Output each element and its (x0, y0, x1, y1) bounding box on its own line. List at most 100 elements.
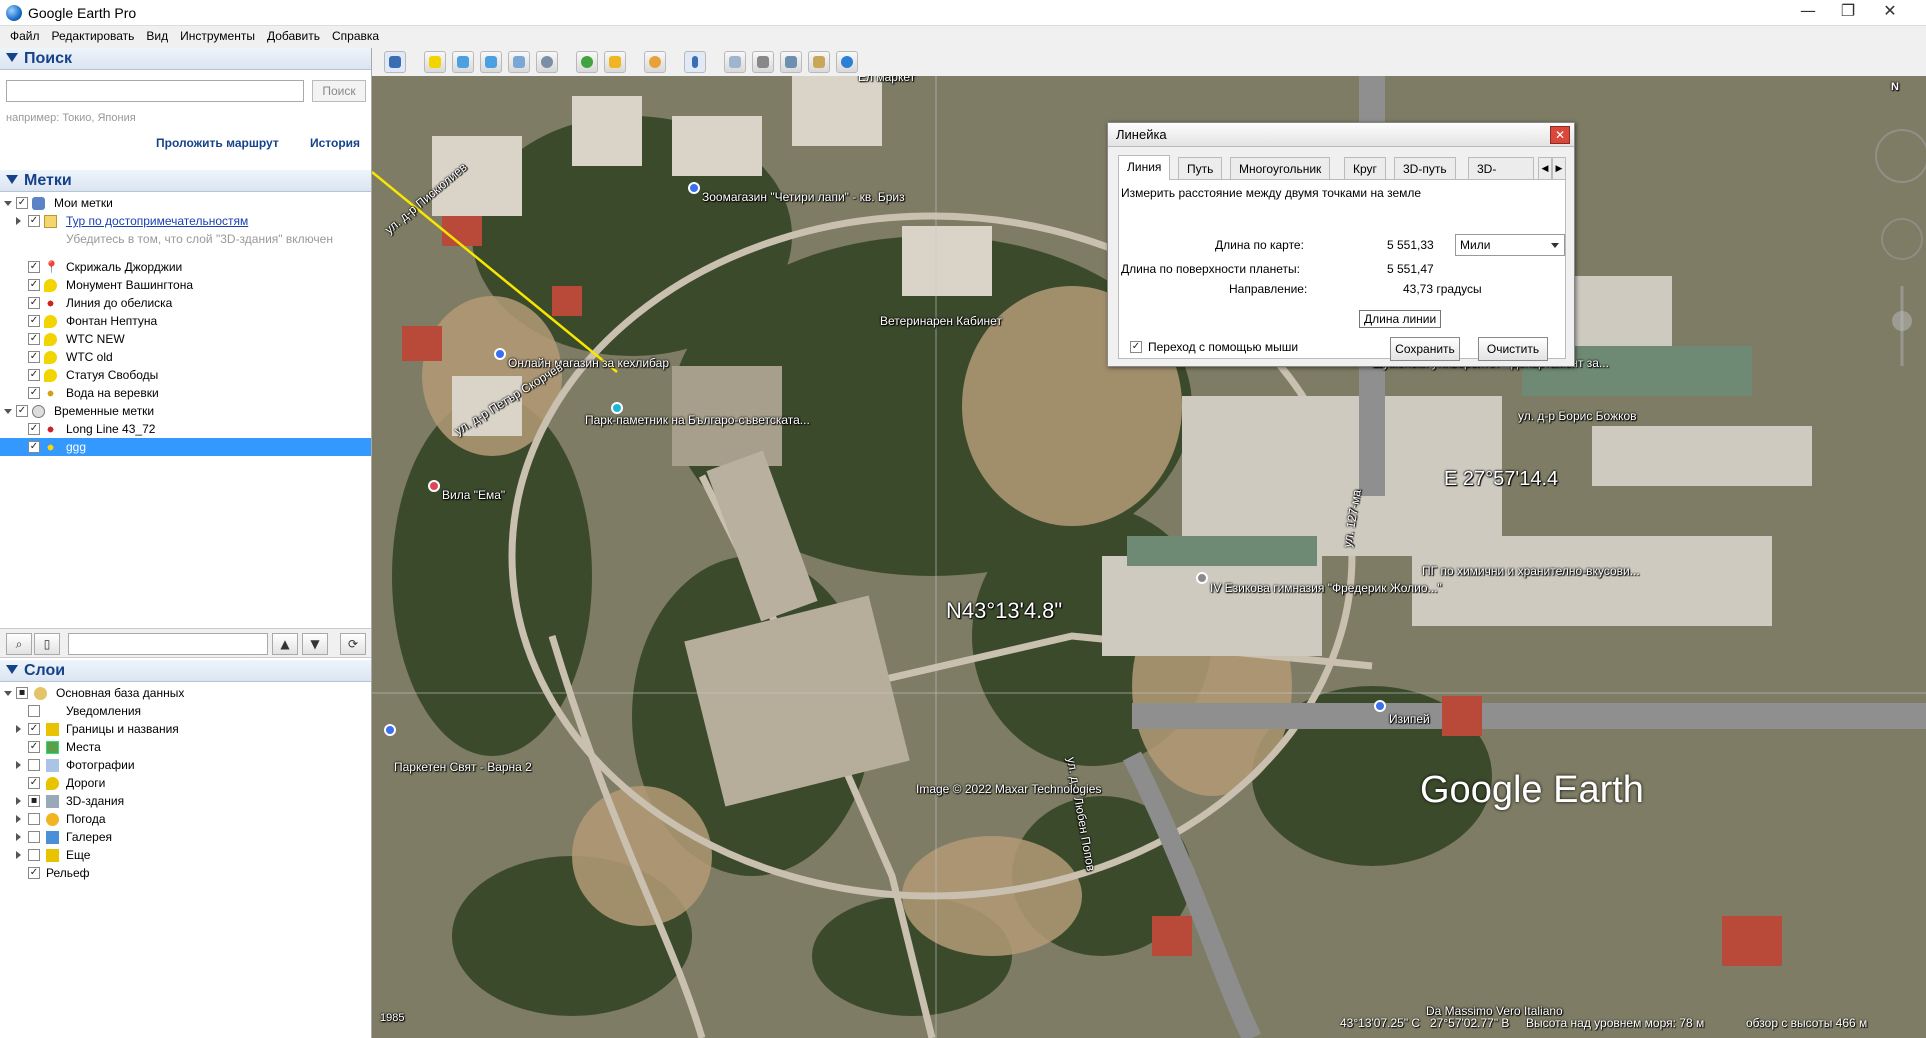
checkbox[interactable] (28, 759, 40, 771)
shop-pin-icon[interactable] (494, 348, 506, 360)
shop-pin-icon[interactable] (1374, 700, 1386, 712)
map-label-vet[interactable]: Ветеринарен Кабинет (880, 314, 1002, 328)
layer-item-notifications[interactable]: Уведомления (0, 702, 371, 720)
ruler-title-bar[interactable]: Линейка (1108, 123, 1574, 147)
checkbox[interactable]: ✓ (28, 723, 40, 735)
checkbox[interactable]: ✓ (28, 297, 40, 309)
tree-item-path[interactable]: ✓ Вода на веревки (0, 384, 371, 402)
checkbox[interactable] (28, 813, 40, 825)
menu-help[interactable]: Справка (326, 26, 385, 46)
shop-pin-icon[interactable] (688, 182, 700, 194)
tree-item-sightseeing-tour[interactable]: ✓ Тур по достопримечательностям (0, 212, 371, 230)
checkbox[interactable]: ✓ (16, 197, 28, 209)
compass-north-label[interactable]: N (1891, 81, 1899, 93)
map-label-market[interactable]: Ел маркет (858, 76, 915, 84)
layer-item-photos[interactable]: Фотографии (0, 756, 371, 774)
collapse-triangle-icon[interactable] (6, 665, 18, 674)
minimize-button[interactable]: — (1790, 0, 1826, 24)
search-icon[interactable]: ⌕ (6, 633, 32, 655)
clear-button[interactable]: Очистить (1478, 337, 1548, 361)
history-link[interactable]: История (310, 136, 360, 150)
sidebar-toggle-icon[interactable] (384, 51, 406, 73)
layer-item-terrain[interactable]: ✓ Рельеф (0, 864, 371, 882)
play-tour-icon[interactable]: ⟳ (340, 633, 366, 655)
expand-arrow-icon[interactable] (4, 201, 12, 206)
expand-arrow-icon[interactable] (16, 217, 21, 225)
checkbox[interactable] (28, 831, 40, 843)
map-label-chemistry-school[interactable]: ПГ по химични и хранително-вкусови... (1422, 564, 1640, 578)
add-placemark-icon[interactable] (424, 51, 446, 73)
map-label-park[interactable]: Парк-паметник на Българо-съветската... (585, 413, 810, 427)
expand-arrow-icon[interactable] (16, 833, 21, 841)
layer-item-primary-database[interactable]: ▪ Основная база данных (0, 684, 371, 702)
checkbox[interactable]: ✓ (28, 351, 40, 363)
hotel-pin-icon[interactable] (428, 480, 440, 492)
map-label-easypay[interactable]: Изипей (1389, 712, 1430, 726)
map-label-parquet[interactable]: Паркетен Свят - Варна 2 (394, 760, 532, 774)
record-tour-icon[interactable] (536, 51, 558, 73)
places-panel-header[interactable]: Метки (0, 170, 371, 192)
search-panel-header[interactable]: Поиск (0, 48, 371, 70)
expand-arrow-icon[interactable] (16, 761, 21, 769)
tree-item-placemark[interactable]: ✓ WTC old (0, 348, 371, 366)
shop-pin-icon[interactable] (384, 724, 396, 736)
tab-scroll-left-icon[interactable]: ◀ (1538, 157, 1552, 179)
checkbox[interactable]: ✓ (28, 741, 40, 753)
tree-item-placemark[interactable]: ✓ 📍 Скрижаль Джорджии (0, 258, 371, 276)
expand-arrow-icon[interactable] (16, 797, 21, 805)
layers-panel-header[interactable]: Слои (0, 660, 371, 682)
tab-scroll-right-icon[interactable]: ▶ (1552, 157, 1566, 179)
tab-circle[interactable]: Круг (1344, 157, 1386, 179)
expand-arrow-icon[interactable] (16, 725, 21, 733)
directions-link[interactable]: Проложить маршрут (156, 136, 279, 150)
save-image-icon[interactable] (780, 51, 802, 73)
add-polygon-icon[interactable] (452, 51, 474, 73)
checkbox[interactable]: ✓ (28, 215, 40, 227)
layer-item-gallery[interactable]: Галерея (0, 828, 371, 846)
checkbox[interactable]: ✓ (28, 279, 40, 291)
move-up-icon[interactable]: ▲ (272, 633, 298, 655)
tree-item-placemark[interactable]: ✓ WTC NEW (0, 330, 371, 348)
checkbox[interactable]: ▪ (28, 795, 40, 807)
ruler-icon[interactable] (684, 51, 706, 73)
park-pin-icon[interactable] (611, 402, 623, 414)
tree-item-path[interactable]: ✓ Long Line 43_72 (0, 420, 371, 438)
layer-item-weather[interactable]: Погода (0, 810, 371, 828)
tree-item-placemark[interactable]: ✓ Статуя Свободы (0, 366, 371, 384)
menu-file[interactable]: Файл (4, 26, 46, 46)
menu-view[interactable]: Вид (140, 26, 174, 46)
checkbox[interactable]: ✓ (28, 333, 40, 345)
panel-toggle-icon[interactable]: ▯ (34, 633, 60, 655)
collapse-triangle-icon[interactable] (6, 53, 18, 62)
checkbox[interactable]: ✓ (28, 261, 40, 273)
close-window-button[interactable]: ✕ (1872, 0, 1908, 24)
layer-item-more[interactable]: Еще (0, 846, 371, 864)
earth-gallery-icon[interactable] (836, 51, 858, 73)
view-in-maps-icon[interactable] (808, 51, 830, 73)
places-filter-input[interactable] (68, 633, 268, 655)
historical-imagery-icon[interactable] (576, 51, 598, 73)
tree-item-label[interactable]: Тур по достопримечательностям (66, 212, 248, 230)
checkbox[interactable]: ✓ (28, 441, 40, 453)
checkbox[interactable]: ✓ (16, 405, 28, 417)
menu-add[interactable]: Добавить (261, 26, 326, 46)
layer-item-places[interactable]: ✓ Места (0, 738, 371, 756)
expand-arrow-icon[interactable] (4, 409, 12, 414)
map-label-shop[interactable]: Онлайн магазин за кехлибар (508, 356, 669, 370)
layer-item-3d-buildings[interactable]: ▪ 3D-здания (0, 792, 371, 810)
school-pin-icon[interactable] (1196, 572, 1208, 584)
add-path-icon[interactable] (480, 51, 502, 73)
collapse-triangle-icon[interactable] (6, 175, 18, 184)
checkbox[interactable]: ▪ (16, 687, 28, 699)
sunlight-icon[interactable] (604, 51, 626, 73)
unit-dropdown[interactable]: Мили (1455, 234, 1565, 256)
checkbox[interactable]: ✓ (28, 423, 40, 435)
checkbox[interactable]: ✓ (28, 867, 40, 879)
checkbox[interactable] (28, 705, 40, 717)
move-down-icon[interactable]: ▼ (302, 633, 328, 655)
historical-imagery-year[interactable]: 1985 (380, 1012, 404, 1024)
email-icon[interactable] (724, 51, 746, 73)
tab-3d-polygon[interactable]: 3D-многоу (1468, 157, 1534, 179)
tab-path[interactable]: Путь (1178, 157, 1223, 179)
tab-line[interactable]: Линия (1118, 155, 1171, 180)
